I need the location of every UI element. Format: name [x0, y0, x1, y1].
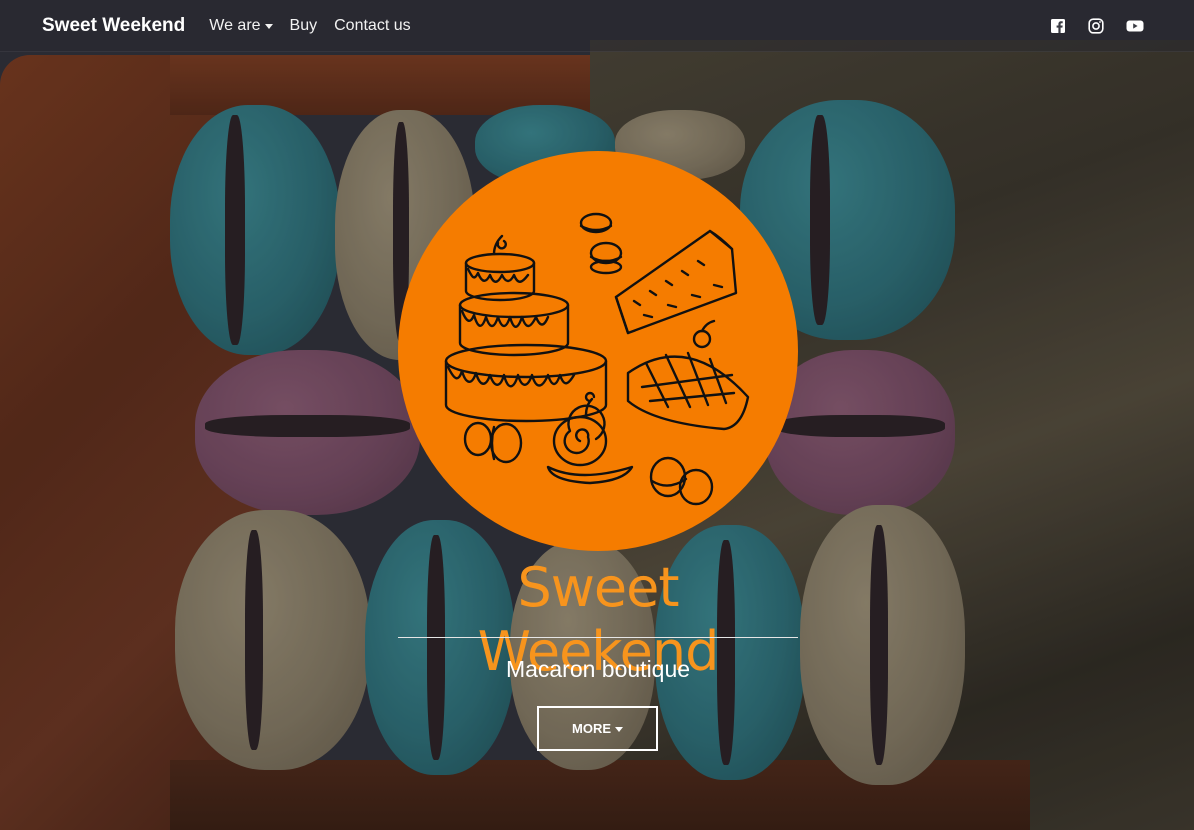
nav-item-we-are[interactable]: We are	[209, 16, 273, 35]
caret-down-icon	[615, 727, 623, 732]
brand-link[interactable]: Sweet Weekend	[42, 15, 185, 37]
facebook-icon[interactable]	[1050, 18, 1066, 34]
nav-item-contact-us[interactable]: Contact us	[334, 17, 410, 35]
social-links	[1050, 17, 1152, 34]
nav-item-buy[interactable]: Buy	[290, 17, 318, 35]
nav-item-contact-us-label: Contact us	[334, 16, 411, 34]
caret-down-icon	[264, 24, 273, 29]
hero-divider	[398, 637, 798, 638]
desserts-illustration-icon	[398, 151, 798, 551]
instagram-icon[interactable]	[1088, 17, 1104, 34]
top-navbar: Sweet Weekend We are Buy Contact us	[0, 0, 1194, 52]
more-button-label: MORE	[572, 721, 611, 736]
youtube-icon[interactable]	[1126, 18, 1144, 34]
nav-item-buy-label: Buy	[289, 16, 318, 34]
hero-subtitle: Macaron boutique	[505, 656, 691, 682]
nav-item-we-are-label: We are	[209, 16, 261, 34]
more-button[interactable]: MORE	[537, 706, 658, 751]
nav-links: We are Buy Contact us	[209, 17, 410, 35]
